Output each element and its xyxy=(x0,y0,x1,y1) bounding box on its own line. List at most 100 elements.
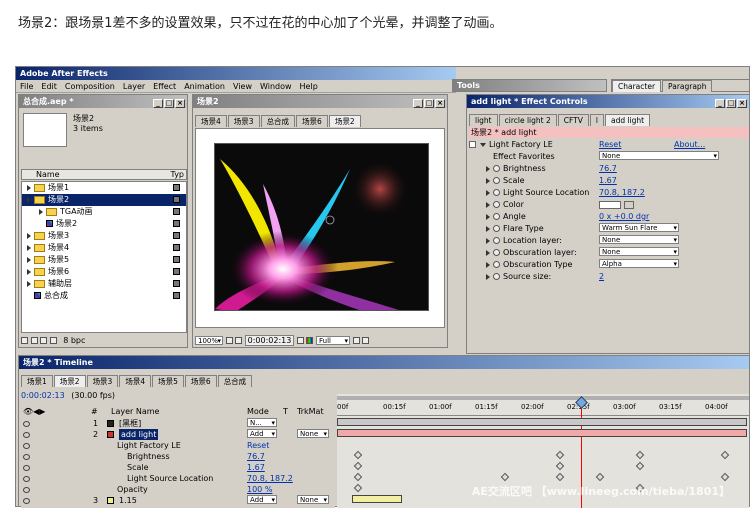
keyframe[interactable] xyxy=(353,472,363,482)
eye-icon[interactable] xyxy=(23,420,30,427)
timeline-layer-row[interactable]: Brightness 76.7 xyxy=(21,451,335,462)
eye-icon[interactable] xyxy=(23,464,30,471)
stopwatch-icon[interactable] xyxy=(493,225,500,232)
transparency-grid-icon[interactable] xyxy=(362,337,370,344)
layer-mode[interactable]: 70.8, 187.2 xyxy=(247,473,293,484)
layer-name[interactable]: Opacity xyxy=(117,484,148,495)
timeline-layer-row[interactable]: Opacity 100 % xyxy=(21,484,335,495)
layer-name[interactable]: Light Source Location xyxy=(127,473,213,484)
menu-view[interactable]: View xyxy=(233,80,252,93)
expand-icon[interactable] xyxy=(486,225,490,232)
timeline-tab[interactable]: 场景5 xyxy=(152,375,184,387)
timeline-layer-row[interactable]: 2 add light Add None xyxy=(21,429,335,440)
grid-icon[interactable] xyxy=(225,337,233,344)
timeline-tab[interactable]: 场景2 xyxy=(53,375,86,387)
menu-file[interactable]: File xyxy=(20,80,33,93)
maximize-button[interactable]: □ xyxy=(726,99,736,108)
keyframe[interactable] xyxy=(720,450,730,460)
timeline-tab[interactable]: 场景1 xyxy=(21,375,53,387)
stopwatch-icon[interactable] xyxy=(493,249,500,256)
effect-tab[interactable]: circle light 2 xyxy=(498,114,557,126)
expand-icon[interactable] xyxy=(486,213,490,220)
reset-link[interactable]: Reset xyxy=(599,139,621,151)
expand-icon[interactable] xyxy=(27,280,31,287)
keyframe[interactable] xyxy=(353,483,363,493)
timeline-tab[interactable]: 场景6 xyxy=(184,375,217,387)
trash-icon[interactable] xyxy=(49,337,57,344)
keyframe[interactable] xyxy=(555,472,565,482)
project-item[interactable]: 场景3 xyxy=(22,230,186,242)
project-item[interactable]: 总合成 xyxy=(22,290,186,302)
expand-icon[interactable] xyxy=(486,249,490,256)
col-trkmat[interactable]: TrkMat xyxy=(297,406,324,417)
col-name[interactable]: Name xyxy=(36,170,60,179)
project-item[interactable]: 辅助层 xyxy=(22,278,186,290)
new-comp-icon[interactable] xyxy=(40,337,48,344)
project-item[interactable]: 场景5 xyxy=(22,254,186,266)
eyedropper-icon[interactable] xyxy=(624,200,634,209)
time-ruler[interactable]: 00f 00:15f 01:00f 01:15f 02:00f 02:15f 03:00f 0… xyxy=(337,402,749,416)
keyframe[interactable] xyxy=(555,450,565,460)
keyframe[interactable] xyxy=(635,461,645,471)
menu-edit[interactable]: Edit xyxy=(41,80,57,93)
comp-tab[interactable]: 场景2 xyxy=(328,115,361,127)
stopwatch-icon[interactable] xyxy=(493,177,500,184)
layer-mode[interactable]: N... xyxy=(247,418,277,427)
stopwatch-icon[interactable] xyxy=(493,189,500,196)
expand-icon[interactable] xyxy=(27,196,31,203)
maximize-button[interactable]: □ xyxy=(164,99,174,108)
layer-trkmat[interactable]: None xyxy=(297,429,329,438)
layer-mode[interactable]: 1.67 xyxy=(247,462,265,473)
keyframe[interactable] xyxy=(353,461,363,471)
effect-prop-value[interactable]: 1.67 xyxy=(599,175,617,187)
color-swatch[interactable] xyxy=(599,200,621,209)
bpc-label[interactable]: 8 bpc xyxy=(63,336,85,345)
close-button[interactable]: × xyxy=(175,99,185,108)
layer-mode[interactable]: 100 % xyxy=(247,484,272,495)
keyframe[interactable] xyxy=(500,472,510,482)
stopwatch-icon[interactable] xyxy=(493,165,500,172)
roi-icon[interactable] xyxy=(352,337,360,344)
comp-tab[interactable]: 场景6 xyxy=(296,115,328,127)
project-item[interactable]: 场景4 xyxy=(22,242,186,254)
expand-icon[interactable] xyxy=(27,268,31,275)
work-area-bar[interactable] xyxy=(337,396,749,400)
menu-help[interactable]: Help xyxy=(300,80,318,93)
expand-icon[interactable] xyxy=(27,232,31,239)
keyframe[interactable] xyxy=(353,450,363,460)
expand-icon[interactable] xyxy=(486,273,490,280)
timeline-tab[interactable]: 场景4 xyxy=(119,375,152,387)
timeline-tab[interactable]: 场景3 xyxy=(86,375,119,387)
expand-icon[interactable] xyxy=(27,244,31,251)
fx-toggle[interactable] xyxy=(469,141,476,148)
keyframe[interactable] xyxy=(720,472,730,482)
layer-name[interactable]: Scale xyxy=(127,462,149,473)
layer-name[interactable]: [黑框] xyxy=(119,418,141,429)
effect-tab[interactable]: l xyxy=(589,114,604,126)
layer-name[interactable]: Brightness xyxy=(127,451,170,462)
project-item[interactable]: 场景2 xyxy=(22,218,186,230)
effect-prop-value[interactable]: None xyxy=(599,151,719,160)
minimize-button[interactable]: _ xyxy=(715,99,725,108)
layer-mode[interactable]: Add xyxy=(247,429,277,438)
effect-tab[interactable]: add light xyxy=(604,114,651,126)
expand-icon[interactable] xyxy=(486,189,490,196)
layer1-bar[interactable] xyxy=(337,418,747,426)
eye-icon[interactable] xyxy=(23,497,30,504)
timeline-layer-row[interactable]: 1 [黑框] N... xyxy=(21,418,335,429)
layer-trkmat[interactable]: None xyxy=(297,495,329,504)
new-folder-icon[interactable] xyxy=(30,337,38,344)
expand-icon[interactable] xyxy=(486,261,490,268)
project-item[interactable]: 场景6 xyxy=(22,266,186,278)
layer-mode[interactable]: Add xyxy=(247,495,277,504)
col-mode[interactable]: Mode xyxy=(247,406,269,417)
timeline-layer-row[interactable]: 3 1.15 Add None xyxy=(21,495,335,506)
keyframe[interactable] xyxy=(595,472,605,482)
expand-icon[interactable] xyxy=(486,165,490,172)
zoom-dropdown[interactable]: 100% xyxy=(195,336,223,345)
effect-prop-value[interactable]: 76.7 xyxy=(599,163,617,175)
effect-prop-value[interactable]: Alpha xyxy=(599,259,679,268)
layer-mode[interactable]: 76.7 xyxy=(247,451,265,462)
eye-icon[interactable] xyxy=(23,431,30,438)
expand-icon[interactable] xyxy=(39,208,43,215)
